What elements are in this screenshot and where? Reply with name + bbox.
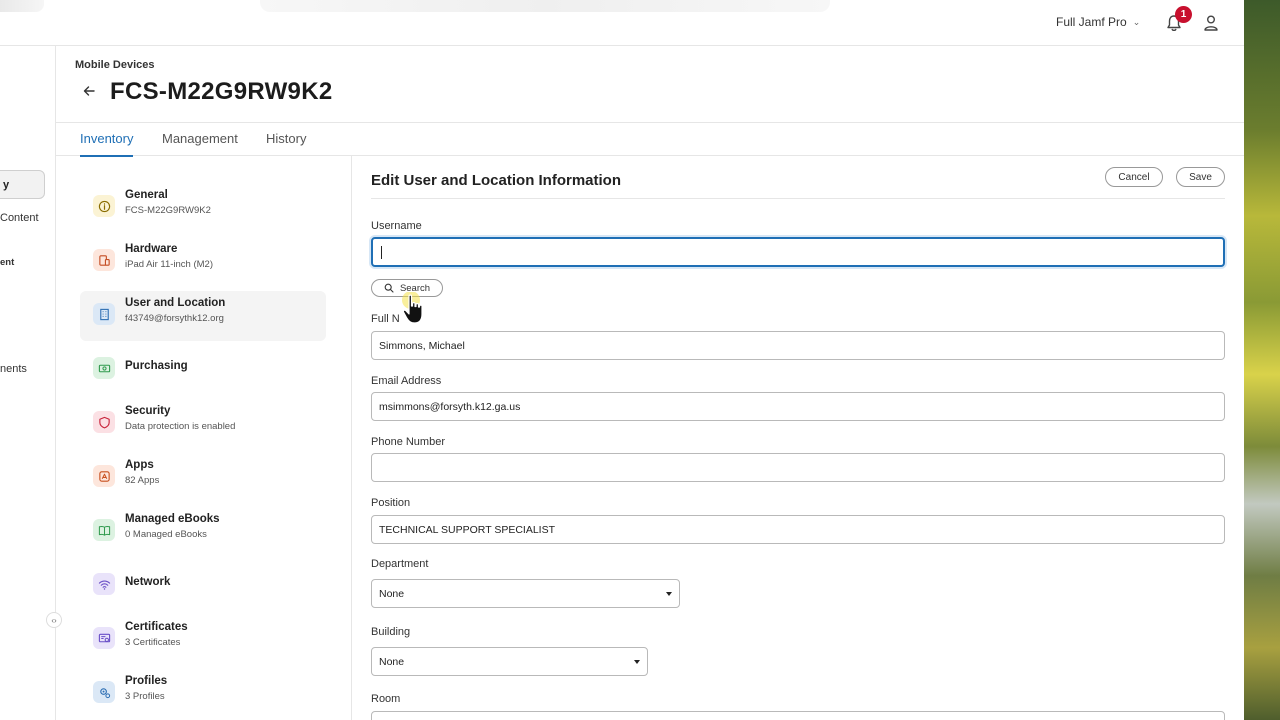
section-profiles[interactable]: Profiles 3 Profiles [80, 669, 326, 719]
back-arrow-icon[interactable] [82, 84, 96, 98]
notification-badge: 1 [1175, 6, 1192, 23]
building-select[interactable]: None [371, 647, 648, 676]
devices-icon [93, 249, 115, 271]
username-input[interactable] [371, 237, 1225, 267]
section-title: Certificates [125, 621, 188, 633]
top-bar: Full Jamf Pro ⌄ 1 [0, 0, 1244, 46]
jamf-pro-window: Full Jamf Pro ⌄ 1 y Content ent nents ‹›… [0, 0, 1244, 720]
section-subtitle: iPad Air 11-inch (M2) [125, 259, 213, 270]
divider [371, 198, 1225, 199]
cancel-button[interactable]: Cancel [1105, 167, 1163, 187]
section-title: Security [125, 405, 171, 417]
full-name-input[interactable]: Simmons, Michael [371, 331, 1225, 360]
wifi-icon [93, 573, 115, 595]
certificate-icon [93, 627, 115, 649]
building-label: Building [371, 626, 411, 638]
section-subtitle: Data protection is enabled [125, 421, 236, 432]
department-select[interactable]: None [371, 579, 680, 608]
section-apps[interactable]: Apps 82 Apps [80, 453, 326, 503]
section-title: Apps [125, 459, 154, 471]
nav-item-management[interactable]: ent [0, 257, 14, 268]
section-user-and-location[interactable]: User and Location f43749@forsythk12.org [80, 291, 326, 341]
nav-item-content[interactable]: Content [0, 212, 39, 224]
desktop-background [1244, 0, 1280, 720]
full-name-value: Simmons, Michael [379, 339, 465, 352]
blurred-element [0, 0, 44, 12]
section-title: Managed eBooks [125, 513, 220, 525]
room-label: Room [371, 693, 401, 705]
phone-input[interactable] [371, 453, 1225, 482]
nav-item-label: y [3, 179, 10, 191]
position-input[interactable]: TECHNICAL SUPPORT SPECIALIST [371, 515, 1225, 544]
search-icon [384, 283, 394, 293]
money-icon [93, 357, 115, 379]
section-title: Purchasing [125, 360, 188, 372]
department-label: Department [371, 558, 429, 570]
section-subtitle: 3 Certificates [125, 637, 181, 648]
email-label: Email Address [371, 375, 442, 387]
building-value: None [379, 655, 405, 668]
tab-inventory[interactable]: Inventory [80, 131, 134, 157]
building-icon [93, 303, 115, 325]
nav-item-enrollments[interactable]: nents [0, 363, 27, 375]
section-subtitle: f43749@forsythk12.org [125, 313, 224, 324]
section-hardware[interactable]: Hardware iPad Air 11-inch (M2) [80, 237, 326, 287]
tab-management[interactable]: Management [162, 131, 238, 146]
section-subtitle: 0 Managed eBooks [125, 529, 207, 540]
username-label: Username [371, 220, 422, 232]
left-navigation: y Content ent nents ‹› [0, 46, 62, 720]
section-general[interactable]: General FCS-M22G9RW9K2 [80, 183, 326, 233]
section-title: Hardware [125, 243, 178, 255]
save-button[interactable]: Save [1176, 167, 1225, 187]
environment-switcher[interactable]: Full Jamf Pro ⌄ [1056, 15, 1140, 29]
section-security[interactable]: Security Data protection is enabled [80, 399, 326, 449]
dropdown-arrow-icon [666, 591, 672, 596]
book-icon [93, 519, 115, 541]
section-network[interactable]: Network [80, 561, 326, 611]
blurred-element [260, 0, 830, 12]
profile-gear-icon [93, 681, 115, 703]
environment-label: Full Jamf Pro [1056, 15, 1127, 29]
form-title: Edit User and Location Information [371, 172, 622, 189]
section-managed-ebooks[interactable]: Managed eBooks 0 Managed eBooks [80, 507, 326, 557]
section-subtitle: 3 Profiles [125, 691, 165, 702]
email-value: msimmons@forsyth.k12.ga.us [379, 400, 521, 413]
inventory-section-list: General FCS-M22G9RW9K2 Hardware iPad Air… [56, 156, 352, 720]
hand-pointer-cursor-icon [402, 292, 423, 324]
chevron-down-icon: ⌄ [1132, 16, 1141, 27]
section-purchasing[interactable]: Purchasing [80, 345, 326, 395]
section-title: General [125, 189, 168, 201]
page-title: FCS-M22G9RW9K2 [110, 78, 333, 105]
department-value: None [379, 587, 405, 600]
phone-label: Phone Number [371, 436, 445, 448]
user-icon[interactable] [1202, 13, 1220, 33]
section-title: Network [125, 576, 171, 588]
apps-icon [93, 465, 115, 487]
shield-icon [93, 411, 115, 433]
section-subtitle: 82 Apps [125, 475, 160, 486]
nav-item-active[interactable]: y [0, 170, 45, 199]
section-subtitle: FCS-M22G9RW9K2 [125, 205, 211, 216]
position-label: Position [371, 497, 411, 509]
tab-bar: Inventory Management History [56, 122, 1244, 157]
breadcrumb[interactable]: Mobile Devices [75, 59, 154, 71]
section-title: Profiles [125, 675, 168, 687]
info-icon [93, 195, 115, 217]
dropdown-arrow-icon [634, 659, 640, 664]
section-certificates[interactable]: Certificates 3 Certificates [80, 615, 326, 665]
tab-history[interactable]: History [266, 131, 306, 146]
full-name-label: Full N [371, 313, 400, 325]
text-caret [381, 245, 382, 259]
email-input[interactable]: msimmons@forsyth.k12.ga.us [371, 392, 1225, 421]
position-value: TECHNICAL SUPPORT SPECIALIST [379, 523, 556, 536]
room-input[interactable] [371, 711, 1225, 720]
section-title: User and Location [125, 297, 226, 309]
